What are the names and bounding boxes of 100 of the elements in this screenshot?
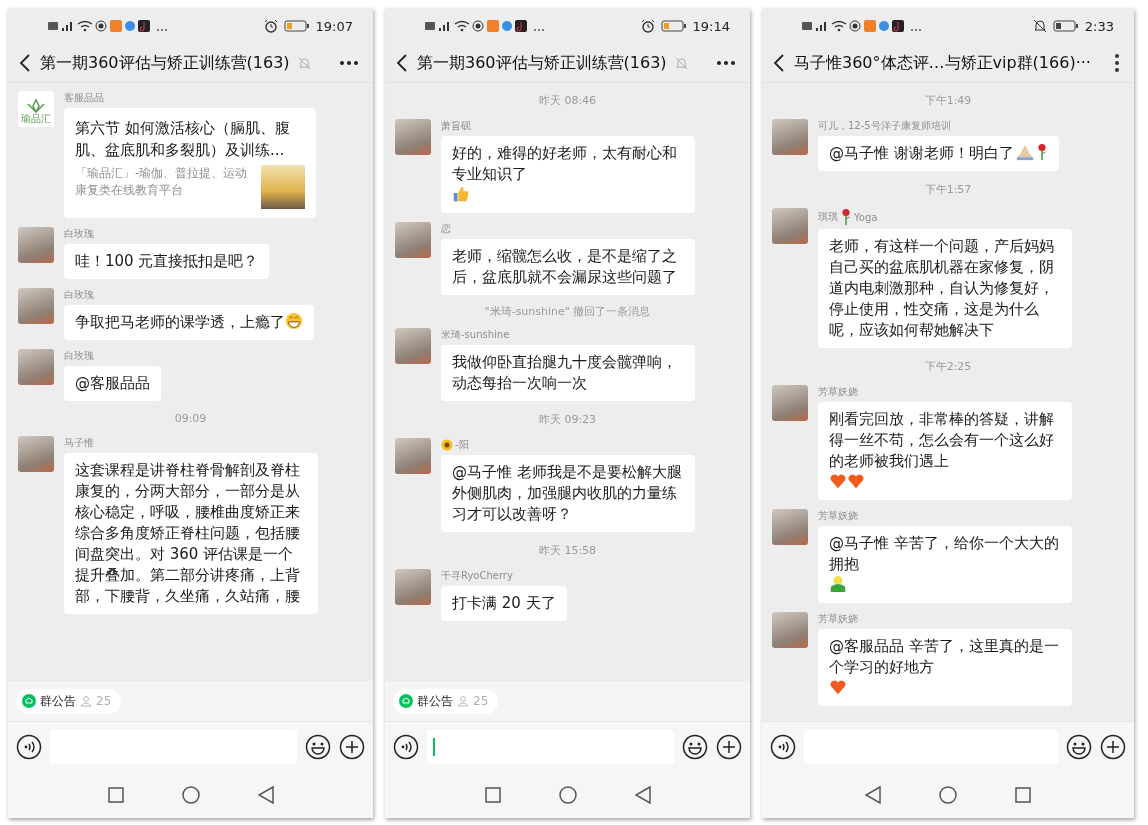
battery-icon xyxy=(1052,20,1079,32)
announcement-label: 群公告 xyxy=(40,692,76,710)
heart-icon xyxy=(829,678,847,696)
thumbs-up-icon xyxy=(452,185,470,203)
message-text: @客服品品 辛苦了，这里真的是一个学习的好地方 xyxy=(829,636,1060,678)
hugging-figure-icon xyxy=(829,575,847,593)
status-time: 19:14 xyxy=(692,18,730,34)
member-count: 25 xyxy=(473,694,489,708)
sender-name: 客服品品 xyxy=(64,91,104,105)
alarm-clock-icon xyxy=(263,19,278,33)
sunflower-icon xyxy=(441,439,453,451)
add-button[interactable] xyxy=(716,734,742,760)
announcement-icon xyxy=(399,694,413,708)
message-time: 09:09 xyxy=(174,411,207,427)
avatar-logo[interactable]: 瑜品汇 xyxy=(18,91,54,127)
more-menu-button[interactable] xyxy=(716,60,736,66)
chat-title: 马子惟360°体态评…与矫正vip群(166)··· xyxy=(794,52,1091,74)
message-text: 这套课程是讲脊柱脊骨解剖及脊柱康复的，分两大部分，一部分是从核心稳定，呼吸，腰椎曲度矫正来综合多角度矫正脊柱问题，包括腰间盘突出。对 360 评估课是一个提升叠加。第二部分讲疼痛，上背部，下腰背，久坐痛，久站痛，腰 xyxy=(75,460,301,607)
back-button[interactable] xyxy=(18,53,32,73)
add-button[interactable] xyxy=(1100,734,1126,760)
announcement-chip[interactable]: 群公告 25 xyxy=(393,688,499,714)
heart-icon xyxy=(829,472,847,490)
message-text: @马子惟 谢谢老师！明白了 xyxy=(829,143,1014,164)
message-text: 好的，难得的好老师，太有耐心和专业知识了 xyxy=(452,143,678,185)
announcement-label: 群公告 xyxy=(417,692,453,710)
heart-icon xyxy=(847,472,865,490)
home-button[interactable] xyxy=(181,786,200,804)
message-time: 昨天 09:23 xyxy=(538,412,597,428)
sender-name: 芳草妖娆 xyxy=(818,385,858,399)
message-text: 打卡满 20 天了 xyxy=(452,593,556,614)
back-nav-button[interactable] xyxy=(634,786,651,804)
sender-name: 米琦-sunshine xyxy=(441,328,510,342)
person-icon xyxy=(457,695,469,707)
sender-name: 可儿，12-5号洋子康复师培训 xyxy=(818,119,951,133)
message-input-field[interactable] xyxy=(427,730,674,764)
sender-name: 千寻RyoCherry xyxy=(441,569,513,583)
rose-icon xyxy=(840,208,852,226)
announcement-chip[interactable]: 群公告 25 xyxy=(16,688,122,714)
message-text: 老师，缩髋怎么收，是不是缩了之后，盆底肌就不会漏尿这些问题了 xyxy=(452,246,678,288)
recent-apps-button[interactable] xyxy=(1015,787,1031,803)
message-text: 刚看完回放，非常棒的答疑，讲解得一丝不苟，怎么会有一个这么好的老师被我们遇上 xyxy=(829,409,1055,472)
muted-bell-icon xyxy=(1032,19,1047,33)
sender-name: 萧旨砚 xyxy=(441,119,471,133)
leaf-logo-icon xyxy=(26,98,46,114)
message-time: 昨天 08:46 xyxy=(538,93,597,109)
emoji-button[interactable] xyxy=(682,734,708,760)
rose-icon xyxy=(1035,143,1048,161)
message-text: @马子惟 老师我是不是要松解大腿外侧肌肉，加强腿内收肌的力量练习才可以改善呀？ xyxy=(452,462,683,525)
sender-name: 琪琪 xyxy=(818,210,838,224)
more-menu-button[interactable] xyxy=(1114,53,1120,73)
message-text: 我做仰卧直抬腿九十度会髋弹响，动态每抬一次响一次 xyxy=(452,352,678,394)
back-nav-button[interactable] xyxy=(257,786,274,804)
more-menu-button[interactable] xyxy=(339,60,359,66)
back-button[interactable] xyxy=(395,53,409,73)
logo-text: 瑜品汇 xyxy=(21,114,51,126)
sender-name: Yoga xyxy=(854,211,878,223)
add-button[interactable] xyxy=(339,734,365,760)
sender-name: 马子惟 xyxy=(64,436,94,450)
recent-apps-button[interactable] xyxy=(484,787,501,803)
home-button[interactable] xyxy=(558,786,577,804)
grinning-face-icon xyxy=(285,312,303,330)
announcement-icon xyxy=(22,694,36,708)
message-time: 昨天 15:58 xyxy=(538,543,597,559)
voice-button[interactable] xyxy=(393,734,419,760)
message-time: 下午1:49 xyxy=(924,93,972,109)
photo-placeholder xyxy=(261,165,305,209)
message-text: 争取把马老师的课学透，上瘾了 xyxy=(75,312,285,333)
sender-name: 白玫瑰 xyxy=(64,227,94,241)
sender-name: 芳草妖娆 xyxy=(818,509,858,523)
voice-button[interactable] xyxy=(16,734,42,760)
message-text: 哇！100 元直接抵扣是吧？ xyxy=(75,251,259,272)
link-description: 「瑜品汇」-瑜伽、普拉提、运动康复类在线教育平台 xyxy=(75,165,249,199)
sender-name: 恋 xyxy=(441,222,451,236)
sender-name: 芳草妖娆 xyxy=(818,612,858,626)
message-text: 老师，有这样一个问题，产后妈妈自己买的盆底肌机器在家修复，阴道内电刺激那种，自认为修复好，停止使用，性交痛，这是为什么呢，应该如何帮她解决下 xyxy=(829,236,1055,341)
chat-title: 第一期360评估与矫正训练营(163) xyxy=(417,52,667,74)
recent-apps-button[interactable] xyxy=(107,787,124,803)
message-time: 下午2:25 xyxy=(924,359,972,375)
message-text: @客服品品 xyxy=(75,373,150,394)
home-button[interactable] xyxy=(939,786,957,804)
sender-name: 白玫瑰 xyxy=(64,288,94,302)
voice-button[interactable] xyxy=(770,734,796,760)
sender-name: -阳 xyxy=(455,438,469,452)
message-text: @马子惟 辛苦了，给你一个大大的拥抱 xyxy=(829,533,1060,575)
person-icon xyxy=(80,695,92,707)
emoji-button[interactable] xyxy=(305,734,331,760)
link-title: 第六节 如何激活核心（膈肌、腹肌、盆底肌和多裂肌）及训练... xyxy=(75,118,291,161)
link-card[interactable]: 第六节 如何激活核心（膈肌、腹肌、盆底肌和多裂肌）及训练... 「瑜品汇」-瑜伽、普拉提、运动康复类在线教育平台 xyxy=(64,108,316,218)
back-button[interactable] xyxy=(772,53,786,73)
emoji-button[interactable] xyxy=(1066,734,1092,760)
battery-icon xyxy=(660,20,687,32)
back-nav-button[interactable] xyxy=(865,786,881,804)
status-time: 19:07 xyxy=(315,18,353,34)
sender-name: 白玫瑰 xyxy=(64,349,94,363)
chat-title: 第一期360评估与矫正训练营(163) xyxy=(40,52,290,74)
battery-icon xyxy=(283,20,310,32)
alarm-clock-icon xyxy=(640,19,655,33)
member-count: 25 xyxy=(96,694,112,708)
message-time: 下午1:57 xyxy=(924,182,972,198)
status-time: 2:33 xyxy=(1084,18,1114,34)
